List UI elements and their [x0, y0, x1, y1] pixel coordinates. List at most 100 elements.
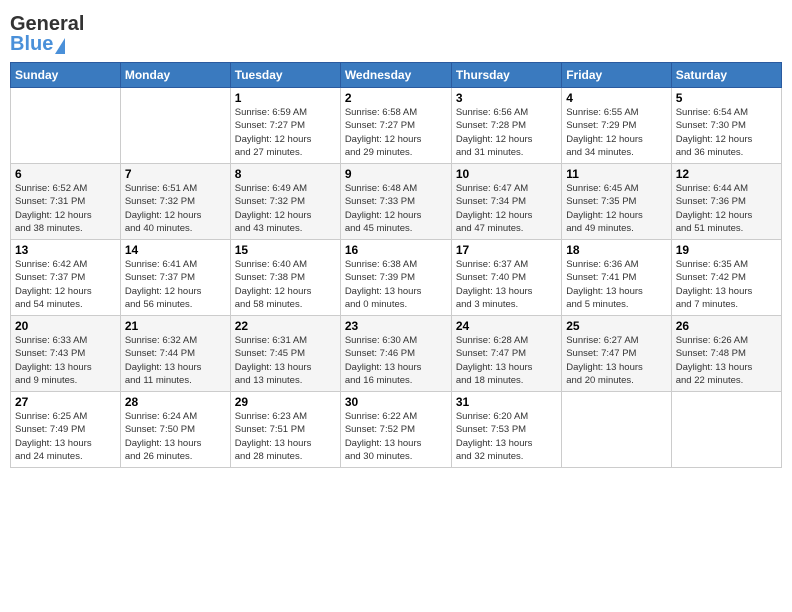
day-number: 13 [15, 243, 116, 257]
day-header-tuesday: Tuesday [230, 63, 340, 88]
day-number: 31 [456, 395, 557, 409]
calendar-table: SundayMondayTuesdayWednesdayThursdayFrid… [10, 62, 782, 468]
day-number: 19 [676, 243, 777, 257]
day-number: 1 [235, 91, 336, 105]
calendar-cell: 18Sunrise: 6:36 AM Sunset: 7:41 PM Dayli… [562, 240, 671, 316]
calendar-cell: 1Sunrise: 6:59 AM Sunset: 7:27 PM Daylig… [230, 88, 340, 164]
calendar-cell: 5Sunrise: 6:54 AM Sunset: 7:30 PM Daylig… [671, 88, 781, 164]
calendar-cell [671, 392, 781, 468]
day-number: 2 [345, 91, 447, 105]
day-info: Sunrise: 6:45 AM Sunset: 7:35 PM Dayligh… [566, 182, 666, 235]
day-number: 6 [15, 167, 116, 181]
calendar-cell [562, 392, 671, 468]
day-number: 26 [676, 319, 777, 333]
day-info: Sunrise: 6:41 AM Sunset: 7:37 PM Dayligh… [125, 258, 226, 311]
day-number: 22 [235, 319, 336, 333]
day-info: Sunrise: 6:22 AM Sunset: 7:52 PM Dayligh… [345, 410, 447, 463]
day-info: Sunrise: 6:24 AM Sunset: 7:50 PM Dayligh… [125, 410, 226, 463]
calendar-cell: 8Sunrise: 6:49 AM Sunset: 7:32 PM Daylig… [230, 164, 340, 240]
day-number: 28 [125, 395, 226, 409]
day-info: Sunrise: 6:40 AM Sunset: 7:38 PM Dayligh… [235, 258, 336, 311]
calendar-cell: 12Sunrise: 6:44 AM Sunset: 7:36 PM Dayli… [671, 164, 781, 240]
day-number: 3 [456, 91, 557, 105]
calendar-cell: 24Sunrise: 6:28 AM Sunset: 7:47 PM Dayli… [451, 316, 561, 392]
day-number: 4 [566, 91, 666, 105]
header: General Blue [10, 10, 782, 54]
calendar-cell [11, 88, 121, 164]
day-header-thursday: Thursday [451, 63, 561, 88]
day-info: Sunrise: 6:44 AM Sunset: 7:36 PM Dayligh… [676, 182, 777, 235]
calendar-cell: 31Sunrise: 6:20 AM Sunset: 7:53 PM Dayli… [451, 392, 561, 468]
day-info: Sunrise: 6:30 AM Sunset: 7:46 PM Dayligh… [345, 334, 447, 387]
day-number: 21 [125, 319, 226, 333]
day-info: Sunrise: 6:35 AM Sunset: 7:42 PM Dayligh… [676, 258, 777, 311]
day-info: Sunrise: 6:36 AM Sunset: 7:41 PM Dayligh… [566, 258, 666, 311]
day-number: 8 [235, 167, 336, 181]
calendar-cell: 20Sunrise: 6:33 AM Sunset: 7:43 PM Dayli… [11, 316, 121, 392]
day-info: Sunrise: 6:55 AM Sunset: 7:29 PM Dayligh… [566, 106, 666, 159]
calendar-cell: 28Sunrise: 6:24 AM Sunset: 7:50 PM Dayli… [120, 392, 230, 468]
day-number: 23 [345, 319, 447, 333]
page: General Blue SundayMondayTuesdayWednesda… [0, 0, 792, 612]
calendar-cell: 23Sunrise: 6:30 AM Sunset: 7:46 PM Dayli… [340, 316, 451, 392]
day-number: 24 [456, 319, 557, 333]
day-number: 16 [345, 243, 447, 257]
calendar-cell: 26Sunrise: 6:26 AM Sunset: 7:48 PM Dayli… [671, 316, 781, 392]
day-number: 17 [456, 243, 557, 257]
calendar-cell: 29Sunrise: 6:23 AM Sunset: 7:51 PM Dayli… [230, 392, 340, 468]
calendar-cell [120, 88, 230, 164]
day-number: 9 [345, 167, 447, 181]
day-header-monday: Monday [120, 63, 230, 88]
day-info: Sunrise: 6:51 AM Sunset: 7:32 PM Dayligh… [125, 182, 226, 235]
logo-blue: Blue [10, 33, 53, 55]
calendar-cell: 7Sunrise: 6:51 AM Sunset: 7:32 PM Daylig… [120, 164, 230, 240]
day-number: 18 [566, 243, 666, 257]
calendar-cell: 17Sunrise: 6:37 AM Sunset: 7:40 PM Dayli… [451, 240, 561, 316]
day-info: Sunrise: 6:27 AM Sunset: 7:47 PM Dayligh… [566, 334, 666, 387]
day-number: 14 [125, 243, 226, 257]
day-info: Sunrise: 6:28 AM Sunset: 7:47 PM Dayligh… [456, 334, 557, 387]
day-header-wednesday: Wednesday [340, 63, 451, 88]
calendar-cell: 27Sunrise: 6:25 AM Sunset: 7:49 PM Dayli… [11, 392, 121, 468]
calendar-cell: 19Sunrise: 6:35 AM Sunset: 7:42 PM Dayli… [671, 240, 781, 316]
day-info: Sunrise: 6:20 AM Sunset: 7:53 PM Dayligh… [456, 410, 557, 463]
logo: General Blue [10, 14, 84, 54]
calendar-cell: 6Sunrise: 6:52 AM Sunset: 7:31 PM Daylig… [11, 164, 121, 240]
day-info: Sunrise: 6:33 AM Sunset: 7:43 PM Dayligh… [15, 334, 116, 387]
day-info: Sunrise: 6:52 AM Sunset: 7:31 PM Dayligh… [15, 182, 116, 235]
day-info: Sunrise: 6:56 AM Sunset: 7:28 PM Dayligh… [456, 106, 557, 159]
day-number: 25 [566, 319, 666, 333]
day-number: 20 [15, 319, 116, 333]
day-info: Sunrise: 6:38 AM Sunset: 7:39 PM Dayligh… [345, 258, 447, 311]
logo-icon [55, 38, 65, 54]
day-header-saturday: Saturday [671, 63, 781, 88]
day-number: 11 [566, 167, 666, 181]
calendar-cell: 15Sunrise: 6:40 AM Sunset: 7:38 PM Dayli… [230, 240, 340, 316]
calendar-cell: 21Sunrise: 6:32 AM Sunset: 7:44 PM Dayli… [120, 316, 230, 392]
calendar-cell: 16Sunrise: 6:38 AM Sunset: 7:39 PM Dayli… [340, 240, 451, 316]
day-info: Sunrise: 6:59 AM Sunset: 7:27 PM Dayligh… [235, 106, 336, 159]
calendar-cell: 11Sunrise: 6:45 AM Sunset: 7:35 PM Dayli… [562, 164, 671, 240]
calendar-cell: 9Sunrise: 6:48 AM Sunset: 7:33 PM Daylig… [340, 164, 451, 240]
logo-general: General [10, 13, 84, 35]
calendar-cell: 2Sunrise: 6:58 AM Sunset: 7:27 PM Daylig… [340, 88, 451, 164]
day-number: 5 [676, 91, 777, 105]
calendar-cell: 4Sunrise: 6:55 AM Sunset: 7:29 PM Daylig… [562, 88, 671, 164]
day-info: Sunrise: 6:49 AM Sunset: 7:32 PM Dayligh… [235, 182, 336, 235]
calendar-cell: 10Sunrise: 6:47 AM Sunset: 7:34 PM Dayli… [451, 164, 561, 240]
day-info: Sunrise: 6:32 AM Sunset: 7:44 PM Dayligh… [125, 334, 226, 387]
day-info: Sunrise: 6:47 AM Sunset: 7:34 PM Dayligh… [456, 182, 557, 235]
day-info: Sunrise: 6:54 AM Sunset: 7:30 PM Dayligh… [676, 106, 777, 159]
day-header-sunday: Sunday [11, 63, 121, 88]
day-header-friday: Friday [562, 63, 671, 88]
day-number: 7 [125, 167, 226, 181]
calendar-cell: 13Sunrise: 6:42 AM Sunset: 7:37 PM Dayli… [11, 240, 121, 316]
day-number: 29 [235, 395, 336, 409]
day-info: Sunrise: 6:37 AM Sunset: 7:40 PM Dayligh… [456, 258, 557, 311]
day-number: 30 [345, 395, 447, 409]
day-info: Sunrise: 6:58 AM Sunset: 7:27 PM Dayligh… [345, 106, 447, 159]
day-number: 12 [676, 167, 777, 181]
calendar-cell: 30Sunrise: 6:22 AM Sunset: 7:52 PM Dayli… [340, 392, 451, 468]
day-info: Sunrise: 6:25 AM Sunset: 7:49 PM Dayligh… [15, 410, 116, 463]
day-info: Sunrise: 6:48 AM Sunset: 7:33 PM Dayligh… [345, 182, 447, 235]
